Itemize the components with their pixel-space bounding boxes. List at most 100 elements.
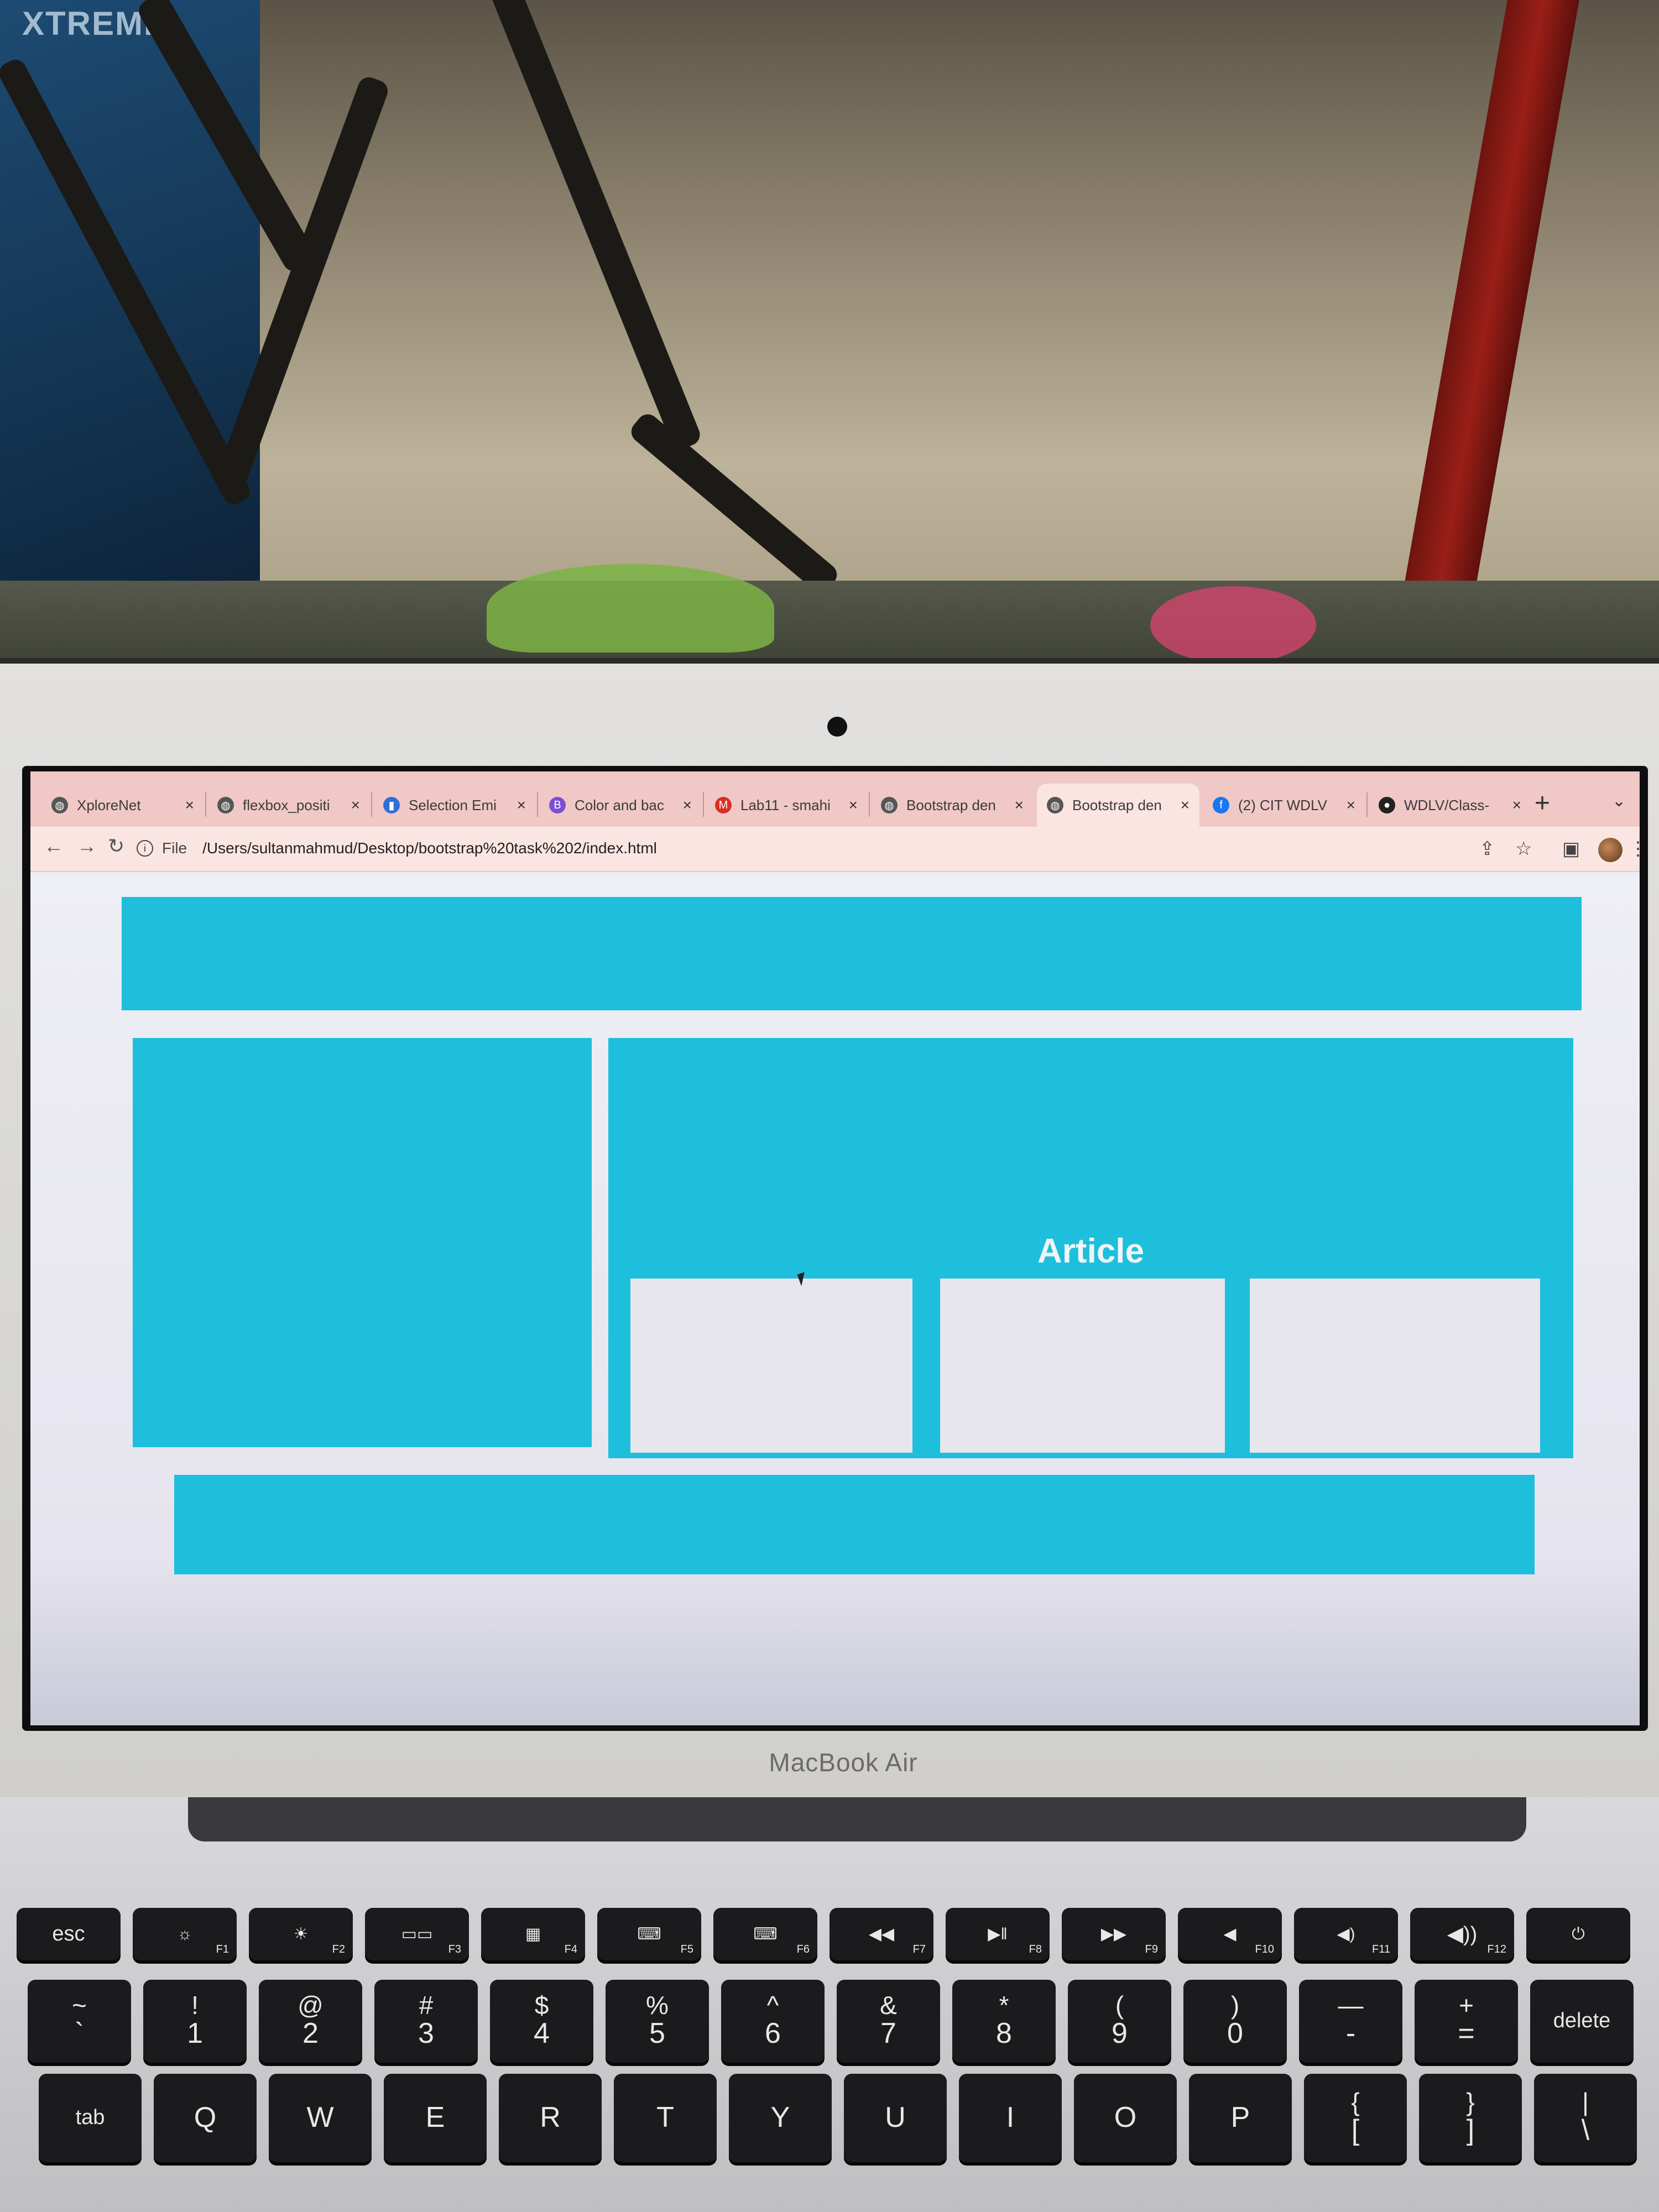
- keyboard-key[interactable]: ◀) F11: [1294, 1908, 1398, 1960]
- keyboard-key[interactable]: — -: [1299, 1980, 1402, 2063]
- tab-title: Bootstrap den: [1072, 796, 1162, 813]
- profile-avatar[interactable]: [1598, 838, 1623, 862]
- key-fn-label: F2: [332, 1943, 345, 1955]
- key-fn-label: F7: [912, 1943, 926, 1955]
- green-object: [487, 564, 774, 653]
- tab-close-icon[interactable]: ×: [517, 796, 526, 814]
- keyboard-key[interactable]: delete: [1530, 1980, 1634, 2063]
- url-scheme: File: [162, 839, 187, 857]
- tab-close-icon[interactable]: ×: [1512, 796, 1521, 814]
- keyboard-key[interactable]: O: [1074, 2074, 1177, 2162]
- keyboard-key[interactable]: ☀ F2: [249, 1908, 353, 1960]
- keyboard-key[interactable]: W: [269, 2074, 372, 2162]
- browser-tab[interactable]: ▮ Selection Emi ×: [373, 784, 536, 827]
- bookmark-star-icon[interactable]: ☆: [1515, 838, 1532, 860]
- key-label: [: [1351, 2114, 1360, 2147]
- key-label: W: [306, 2101, 334, 2134]
- keyboard-key[interactable]: #3: [374, 1980, 478, 2063]
- keyboard-key[interactable]: R: [499, 2074, 602, 2162]
- keyboard-key[interactable]: ) 0: [1183, 1980, 1287, 2063]
- info-icon[interactable]: i: [137, 840, 153, 857]
- keyboard-key[interactable]: | \: [1534, 2074, 1637, 2162]
- tab-close-icon[interactable]: ×: [185, 796, 194, 814]
- keyboard-key[interactable]: (9: [1068, 1980, 1171, 2063]
- tab-close-icon[interactable]: ×: [1015, 796, 1024, 814]
- browser-tab[interactable]: f (2) CIT WDLV ×: [1203, 784, 1365, 827]
- browser-tab[interactable]: ◍ Bootstrap den ×: [871, 784, 1034, 827]
- url-text[interactable]: /Users/sultanmahmud/Desktop/bootstrap%20…: [202, 839, 657, 857]
- new-tab-button[interactable]: +: [1535, 788, 1550, 818]
- keyboard-key[interactable]: @2: [259, 1980, 362, 2063]
- forward-arrow-icon[interactable]: →: [77, 834, 97, 858]
- tab-title: Selection Emi: [409, 796, 497, 813]
- keyboard-key[interactable]: $4: [490, 1980, 593, 2063]
- keyboard-key[interactable]: ^ 6: [721, 1980, 825, 2063]
- tab-search-chevron-icon[interactable]: ⌄: [1612, 791, 1626, 811]
- keyboard-key[interactable]: ! 1: [143, 1980, 247, 2063]
- keyboard-key[interactable]: E: [384, 2074, 487, 2162]
- key-label: ☀: [293, 1925, 309, 1943]
- key-label: ⌨: [753, 1925, 778, 1943]
- tab-close-icon[interactable]: ×: [849, 796, 858, 814]
- back-arrow-icon[interactable]: ←: [44, 834, 64, 858]
- keyboard-key[interactable]: * 8: [952, 1980, 1056, 2063]
- keyboard-key[interactable]: ~ `: [28, 1980, 131, 2063]
- key-shift-label: (: [1115, 1991, 1124, 2020]
- reload-icon[interactable]: ↻: [108, 834, 124, 858]
- keyboard-key[interactable]: }]: [1419, 2074, 1522, 2162]
- keyboard-key[interactable]: ▶▶ F9: [1062, 1908, 1166, 1960]
- share-icon[interactable]: ⇪: [1479, 838, 1495, 860]
- key-shift-label: #: [419, 1991, 434, 2020]
- keyboard-key[interactable]: ▶‖ F8: [946, 1908, 1050, 1960]
- key-fn-label: F1: [216, 1943, 229, 1955]
- browser-tab[interactable]: M Lab11 - smahi ×: [705, 784, 868, 827]
- keyboard-key[interactable]: & 7: [837, 1980, 940, 2063]
- globe-icon: ◍: [51, 797, 68, 813]
- keyboard-key[interactable]: tab: [39, 2074, 142, 2162]
- keyboard-key[interactable]: ☼ F1: [133, 1908, 237, 1960]
- article-card: [1250, 1279, 1540, 1453]
- tab-close-icon[interactable]: ×: [1181, 796, 1190, 814]
- browser-tab[interactable]: ◍ Bootstrap den ×: [1037, 784, 1199, 827]
- key-label: ⌨: [637, 1925, 661, 1943]
- keyboard-key[interactable]: ⏻: [1526, 1908, 1630, 1960]
- tab-title: WDLV/Class-: [1404, 796, 1490, 813]
- key-shift-label: &: [880, 1991, 897, 2020]
- tab-close-icon[interactable]: ×: [1347, 796, 1355, 814]
- keyboard-key[interactable]: Q: [154, 2074, 257, 2162]
- key-fn-label: F6: [796, 1943, 810, 1955]
- address-bar[interactable]: i File /Users/sultanmahmud/Desktop/boots…: [130, 832, 1446, 864]
- keyboard-key[interactable]: ⌨ F6: [713, 1908, 817, 1960]
- keyboard-key[interactable]: esc: [17, 1908, 121, 1960]
- keyboard-key[interactable]: I: [959, 2074, 1062, 2162]
- browser-tab[interactable]: ◍ XploreNet ×: [41, 784, 204, 827]
- tab-title: flexbox_positi: [243, 796, 330, 813]
- key-label: I: [1006, 2101, 1015, 2134]
- keyboard-key[interactable]: + =: [1415, 1980, 1518, 2063]
- tab-separator: [703, 792, 704, 817]
- keyboard-key[interactable]: ▭▭ F3: [365, 1908, 469, 1960]
- key-label: ]: [1466, 2114, 1475, 2147]
- tab-close-icon[interactable]: ×: [351, 796, 360, 814]
- shelf: [0, 581, 1659, 669]
- tab-close-icon[interactable]: ×: [683, 796, 692, 814]
- keyboard-key[interactable]: ▦ F4: [481, 1908, 585, 1960]
- keyboard-key[interactable]: ◀◀ F7: [830, 1908, 933, 1960]
- browser-tab[interactable]: B Color and bac ×: [539, 784, 702, 827]
- keyboard-key[interactable]: P: [1189, 2074, 1292, 2162]
- key-label: 7: [880, 2017, 896, 2050]
- key-label: esc: [52, 1922, 85, 1945]
- keyboard-key[interactable]: ◀ F10: [1178, 1908, 1282, 1960]
- browser-tab[interactable]: ● WDLV/Class- ×: [1369, 784, 1531, 827]
- keyboard-key[interactable]: T: [614, 2074, 717, 2162]
- key-label: T: [656, 2101, 674, 2134]
- keyboard-key[interactable]: ◀)) F12: [1410, 1908, 1514, 1960]
- keyboard-key[interactable]: % 5: [606, 1980, 709, 2063]
- keyboard-key[interactable]: Y: [729, 2074, 832, 2162]
- browser-tab[interactable]: ◍ flexbox_positi ×: [207, 784, 370, 827]
- side-panel-icon[interactable]: ▣: [1562, 838, 1580, 860]
- keyboard-key[interactable]: U: [844, 2074, 947, 2162]
- keyboard-key[interactable]: ⌨ F5: [597, 1908, 701, 1960]
- kebab-menu-icon[interactable]: ⋮: [1629, 838, 1640, 860]
- keyboard-key[interactable]: {[: [1304, 2074, 1407, 2162]
